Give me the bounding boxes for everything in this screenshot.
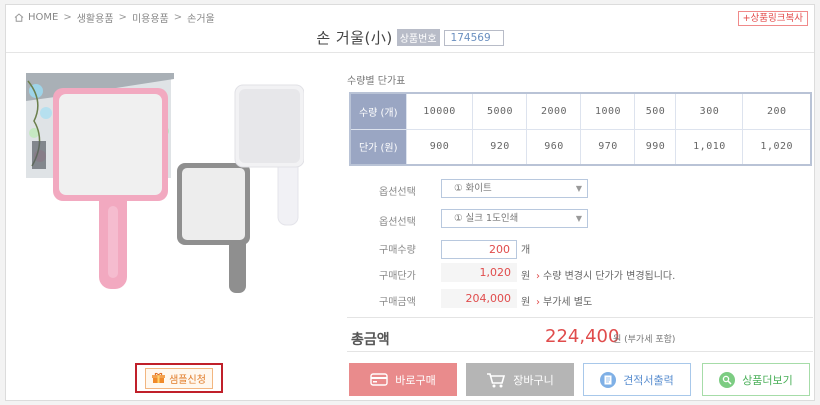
search-icon <box>719 371 736 388</box>
breadcrumb-home[interactable]: HOME <box>28 12 58 23</box>
unit-price-value: 1,020 <box>441 263 517 282</box>
unit-price-unit: 원 <box>521 271 531 282</box>
price-cell: 920 <box>472 129 527 165</box>
amount-value: 204,000 <box>441 289 517 308</box>
cart-button[interactable]: 장바구니 <box>466 363 574 396</box>
page-title: 손 거울(小) <box>316 29 393 47</box>
dropdown-arrow-icon: ▼ <box>575 184 582 193</box>
credit-card-icon <box>370 373 388 386</box>
qty-cell: 300 <box>675 93 743 130</box>
price-table-caption: 수량별 단가표 <box>347 76 406 87</box>
total-divider-top <box>347 317 813 318</box>
option2-value: ① 실크 1도인쇄 <box>454 213 519 224</box>
option2-label: 옵션선택 <box>379 217 416 228</box>
dropdown-arrow-icon: ▼ <box>575 214 582 223</box>
option2-select[interactable]: ① 실크 1도인쇄 ▼ <box>441 209 588 228</box>
quantity-row: 수량 (개) 10000 5000 2000 1000 500 300 200 <box>349 93 811 130</box>
product-code-value: 174569 <box>443 29 504 46</box>
quantity-input[interactable]: 200 <box>441 240 517 259</box>
qty-cell: 10000 <box>405 93 473 130</box>
breadcrumb-item-3[interactable]: 손거울 <box>187 10 215 25</box>
option1-value: ① 화이트 <box>454 183 492 194</box>
product-image <box>26 73 304 293</box>
pink-mirror <box>53 88 168 289</box>
sample-request-label: 샘플신청 <box>169 374 206 386</box>
amount-note: › 부가세 별도 <box>536 293 592 308</box>
quantity-unit: 개 <box>521 245 531 256</box>
qty-cell: 2000 <box>526 93 581 130</box>
option1-label: 옵션선택 <box>379 187 416 198</box>
chevron-right-icon: › <box>536 297 540 308</box>
total-value: 224,400 <box>545 326 620 347</box>
price-cell: 900 <box>405 129 473 165</box>
qty-cell: 1000 <box>580 93 635 130</box>
total-divider-bottom <box>347 351 813 352</box>
document-icon <box>600 371 617 388</box>
total-label: 총금액 <box>351 332 390 348</box>
product-code-label: 상품번호 <box>396 29 440 46</box>
qty-header: 수량 (개) <box>349 93 406 130</box>
price-row: 단가 (원) 900 920 960 970 990 1,010 1,020 <box>349 129 811 165</box>
price-cell: 990 <box>634 129 676 165</box>
print-quote-label: 견적서출력 <box>623 373 674 387</box>
copy-link-button[interactable]: +상품링크복사 <box>737 11 808 26</box>
breadcrumb: HOME > 생활용품 > 미용용품 > 손거울 <box>14 10 215 25</box>
unit-price-label: 구매단가 <box>379 271 416 282</box>
breadcrumb-separator: > <box>63 12 72 23</box>
chevron-right-icon: › <box>536 271 540 282</box>
buy-now-button[interactable]: 바로구매 <box>349 363 457 396</box>
quantity-label: 구매수량 <box>379 245 416 256</box>
breadcrumb-item-2[interactable]: 미용용품 <box>132 10 169 25</box>
price-table: 수량 (개) 10000 5000 2000 1000 500 300 200 … <box>349 92 812 166</box>
amount-note-text: 부가세 별도 <box>543 297 593 308</box>
price-cell: 1,010 <box>675 129 743 165</box>
price-cell: 1,020 <box>742 129 811 165</box>
total-unit: 원 (부가세 포함) <box>613 335 676 345</box>
more-products-button[interactable]: 상품더보기 <box>702 363 810 396</box>
price-header: 단가 (원) <box>349 129 406 165</box>
sample-request-button[interactable]: 샘플신청 <box>135 363 223 393</box>
title-row: 손 거울(小) 상품번호 174569 <box>6 27 814 48</box>
unit-price-note: › 수량 변경시 단가가 변경됩니다. <box>536 267 675 282</box>
product-detail-panel: HOME > 생활용품 > 미용용품 > 손거울 +상품링크복사 손 거울(小)… <box>5 4 815 401</box>
breadcrumb-item-1[interactable]: 생활용품 <box>77 10 114 25</box>
breadcrumb-separator: > <box>118 12 127 23</box>
header-divider <box>6 52 814 53</box>
price-cell: 970 <box>580 129 635 165</box>
gift-icon <box>152 372 166 383</box>
breadcrumb-separator: > <box>173 12 183 23</box>
gray-mirror <box>177 163 250 293</box>
buy-now-label: 바로구매 <box>395 373 436 387</box>
qty-cell: 200 <box>742 93 811 130</box>
qty-cell: 5000 <box>472 93 527 130</box>
cart-label: 장바구니 <box>513 373 554 387</box>
print-quote-button[interactable]: 견적서출력 <box>583 363 691 396</box>
option1-select[interactable]: ① 화이트 ▼ <box>441 179 588 198</box>
more-products-label: 상품더보기 <box>742 373 793 387</box>
amount-unit: 원 <box>521 297 531 308</box>
price-cell: 960 <box>526 129 581 165</box>
unit-price-note-text: 수량 변경시 단가가 변경됩니다. <box>543 271 676 282</box>
home-icon <box>14 13 24 22</box>
qty-cell: 500 <box>634 93 676 130</box>
sample-request-inner: 샘플신청 <box>145 367 213 389</box>
amount-label: 구매금액 <box>379 297 416 308</box>
cart-icon <box>487 372 506 387</box>
